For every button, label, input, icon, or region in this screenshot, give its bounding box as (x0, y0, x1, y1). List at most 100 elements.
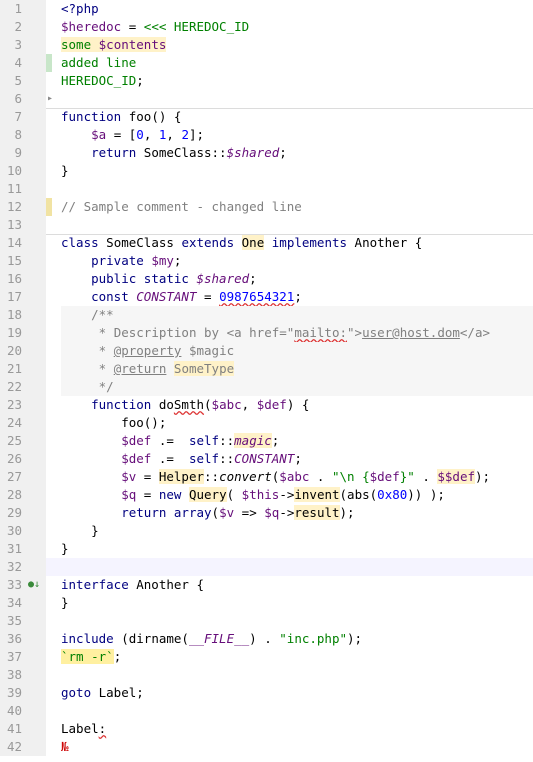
line-number[interactable]: 41 (0, 720, 22, 738)
line-number[interactable]: 16 (0, 270, 22, 288)
line-number[interactable]: 28 (0, 486, 22, 504)
code-line[interactable]: 30 } (0, 522, 533, 540)
code-line[interactable]: 32 (0, 558, 533, 576)
code-text[interactable]: } (61, 594, 69, 612)
line-number[interactable]: 36 (0, 630, 22, 648)
code-text[interactable]: $def .= self::magic; (61, 432, 279, 450)
code-line[interactable]: 14 class SomeClass extends One implements… (0, 234, 533, 252)
code-text[interactable]: // Sample comment - changed line (61, 198, 302, 216)
code-line[interactable]: 21 * @return SomeType (0, 360, 533, 378)
code-line[interactable]: 10} (0, 162, 533, 180)
code-text[interactable]: added line (61, 54, 136, 72)
code-text[interactable]: /** (61, 306, 114, 324)
code-line[interactable]: 22 */ (0, 378, 533, 396)
code-text[interactable]: `rm -r`; (61, 648, 121, 666)
line-number[interactable]: 9 (0, 144, 22, 162)
code-text[interactable]: $v = Helper::convert($abc . "\n {$def}" … (61, 468, 490, 486)
line-number[interactable]: 35 (0, 612, 22, 630)
code-text[interactable]: return array($v => $q->result); (61, 504, 355, 522)
line-number[interactable]: 21 (0, 360, 22, 378)
code-line[interactable]: 20 * @property $magic (0, 342, 533, 360)
code-text[interactable]: include (dirname(__FILE__) . "inc.php"); (61, 630, 362, 648)
code-text[interactable]: Label: (61, 720, 106, 738)
line-number[interactable]: 4 (0, 54, 22, 72)
code-line[interactable]: 15 private $my; (0, 252, 533, 270)
code-line[interactable]: 27 $v = Helper::convert($abc . "\n {$def… (0, 468, 533, 486)
code-text[interactable]: function doSmth($abc, $def) { (61, 396, 309, 414)
code-text[interactable]: * Description by <a href="mailto:">user@… (61, 324, 490, 342)
line-number[interactable]: 5 (0, 72, 22, 90)
code-text[interactable]: $q = new Query( $this->invent(abs(0x80))… (61, 486, 445, 504)
code-text[interactable]: some $contents (61, 36, 167, 54)
line-number[interactable]: 1 (0, 0, 22, 18)
code-line[interactable]: 19 * Description by <a href="mailto:">us… (0, 324, 533, 342)
line-number[interactable]: 30 (0, 522, 22, 540)
code-line[interactable]: 40 (0, 702, 533, 720)
code-line[interactable]: 13 (0, 216, 533, 234)
code-text[interactable]: foo(); (61, 414, 166, 432)
code-text[interactable]: return SomeClass::$shared; (61, 144, 287, 162)
code-line[interactable]: 34} (0, 594, 533, 612)
code-line[interactable]: 35 (0, 612, 533, 630)
line-number[interactable]: 12 (0, 198, 22, 216)
code-line[interactable]: 9 return SomeClass::$shared; (0, 144, 533, 162)
code-line[interactable]: 5 HEREDOC_ID; (0, 72, 533, 90)
code-text[interactable]: function foo() { (61, 108, 181, 126)
line-number[interactable]: 2 (0, 18, 22, 36)
code-line[interactable]: 36 include (dirname(__FILE__) . "inc.php"… (0, 630, 533, 648)
line-number[interactable]: 42 (0, 738, 22, 756)
line-number[interactable]: 38 (0, 666, 22, 684)
code-text[interactable]: * @property $magic (61, 342, 234, 360)
line-number[interactable]: 11 (0, 180, 22, 198)
line-number[interactable]: 34 (0, 594, 22, 612)
code-line[interactable]: 4 added line (0, 54, 533, 72)
line-number[interactable]: 32 (0, 558, 22, 576)
code-line[interactable]: 26 $def .= self::CONSTANT; (0, 450, 533, 468)
code-text[interactable]: class SomeClass extends One implements A… (61, 234, 422, 252)
code-line[interactable]: 39 goto Label; (0, 684, 533, 702)
line-number[interactable]: 7 (0, 108, 22, 126)
code-line[interactable]: 6 ▸ (0, 90, 533, 108)
code-line[interactable]: 23 function doSmth($abc, $def) { (0, 396, 533, 414)
code-text[interactable]: HEREDOC_ID; (61, 72, 144, 90)
line-number[interactable]: 26 (0, 450, 22, 468)
line-number[interactable]: 40 (0, 702, 22, 720)
line-number[interactable]: 31 (0, 540, 22, 558)
code-line[interactable]: 38 (0, 666, 533, 684)
code-text[interactable]: $heredoc = <<< HEREDOC_ID (61, 18, 249, 36)
code-line[interactable]: 29 return array($v => $q->result); (0, 504, 533, 522)
code-line[interactable]: 33 ●↓ interface Another { (0, 576, 533, 594)
line-number[interactable]: 10 (0, 162, 22, 180)
line-number[interactable]: 18 (0, 306, 22, 324)
line-number[interactable]: 14 (0, 234, 22, 252)
code-text[interactable]: $def .= self::CONSTANT; (61, 450, 302, 468)
code-line[interactable]: 37 `rm -r`; (0, 648, 533, 666)
fold-arrow-icon[interactable]: ▸ (47, 90, 53, 108)
code-line[interactable]: 8 $a = [0, 1, 2]; (0, 126, 533, 144)
code-text[interactable]: № (61, 738, 69, 756)
code-line[interactable]: 18 /** (0, 306, 533, 324)
code-line[interactable]: 7 function foo() { (0, 108, 533, 126)
code-text[interactable]: } (61, 522, 99, 540)
code-line[interactable]: 25 $def .= self::magic; (0, 432, 533, 450)
line-number[interactable]: 25 (0, 432, 22, 450)
line-number[interactable]: 29 (0, 504, 22, 522)
line-number[interactable]: 23 (0, 396, 22, 414)
line-number[interactable]: 17 (0, 288, 22, 306)
line-number[interactable]: 6 (0, 90, 22, 108)
code-line[interactable]: 41 Label: (0, 720, 533, 738)
code-line[interactable]: 31} (0, 540, 533, 558)
code-text[interactable]: * @return SomeType (61, 360, 235, 378)
line-number[interactable]: 3 (0, 36, 22, 54)
code-line[interactable]: 3 some $contents (0, 36, 533, 54)
code-line[interactable]: 11 (0, 180, 533, 198)
code-editor[interactable]: 1 <?php 2 $heredoc = <<< HEREDOC_ID 3 some $c… (0, 0, 533, 762)
code-text[interactable]: */ (61, 378, 114, 396)
added-line-marker[interactable] (46, 54, 52, 72)
code-text[interactable]: private $my; (61, 252, 181, 270)
line-number[interactable]: 8 (0, 126, 22, 144)
line-number[interactable]: 19 (0, 324, 22, 342)
code-text[interactable]: interface Another { (61, 576, 204, 594)
line-number[interactable]: 24 (0, 414, 22, 432)
implementation-marker-icon[interactable]: ●↓ (28, 576, 40, 594)
